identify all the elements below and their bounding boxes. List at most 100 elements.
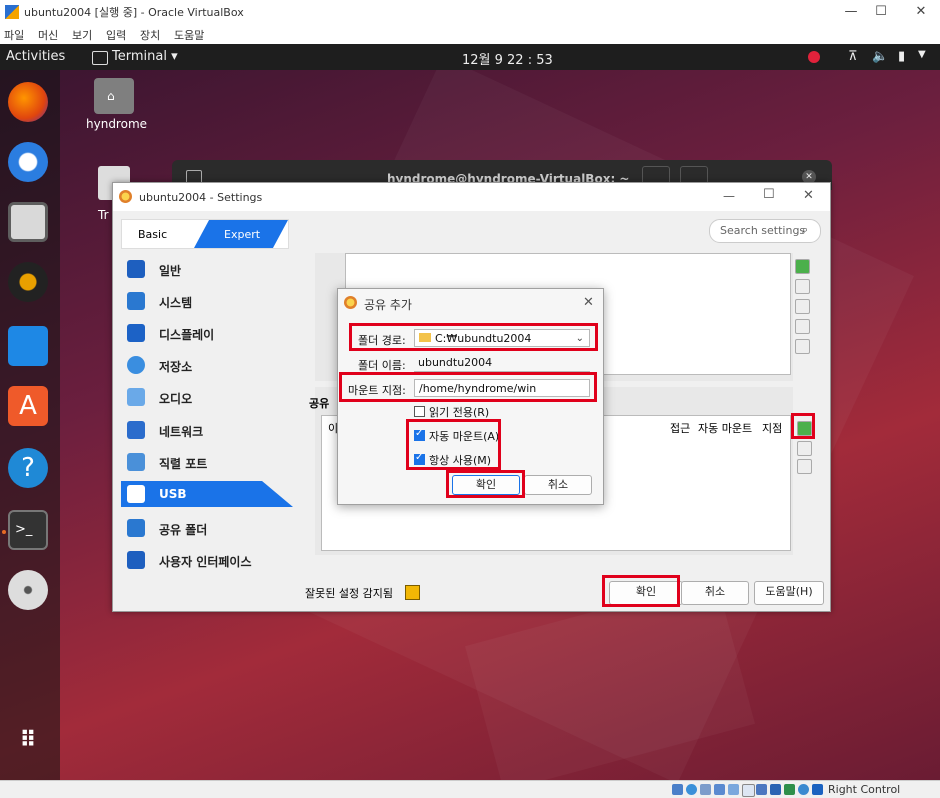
volume-icon[interactable]: 🔈 xyxy=(872,49,888,64)
shared-folder-status-icon[interactable] xyxy=(742,784,755,797)
display-icon xyxy=(127,324,145,342)
storage-icon xyxy=(127,356,145,374)
menu-input[interactable]: 입력 xyxy=(106,27,126,43)
menu-machine[interactable]: 머신 xyxy=(38,27,58,43)
firefox-icon[interactable] xyxy=(8,82,48,122)
menu-view[interactable]: 보기 xyxy=(72,27,92,43)
nav-usb[interactable]: USB xyxy=(121,481,293,507)
nav-storage-label: 저장소 xyxy=(159,360,193,374)
virtualbox-logo-icon xyxy=(5,5,19,19)
mode-expert[interactable]: Expert xyxy=(224,228,260,241)
nav-general[interactable]: 일반 xyxy=(121,256,281,282)
remove-filter-icon[interactable] xyxy=(795,319,810,334)
table-header-automount: 자동 마운트 xyxy=(698,422,753,435)
highlight-folder-path xyxy=(349,323,598,351)
terminal-icon xyxy=(92,51,108,65)
nav-system[interactable]: 시스템 xyxy=(121,288,281,314)
display-status-icon[interactable] xyxy=(756,784,767,795)
settings-close-icon[interactable]: ✕ xyxy=(803,188,814,203)
menu-devices[interactable]: 장치 xyxy=(140,27,160,43)
clock[interactable]: 12월 9 22 : 53 xyxy=(462,49,553,68)
menu-file[interactable]: 파일 xyxy=(4,27,24,43)
table-header-access: 접근 xyxy=(670,422,691,435)
general-icon xyxy=(127,260,145,278)
system-menu-chevron-icon[interactable]: ▼ xyxy=(918,49,926,60)
network-status-icon[interactable] xyxy=(714,784,725,795)
add-share-title: 공유 추가 xyxy=(364,298,412,312)
highlight-mount-point xyxy=(339,372,597,402)
nav-display-label: 디스플레이 xyxy=(159,328,215,342)
search-icon: ⌕ xyxy=(802,223,809,236)
maximize-icon[interactable]: ☐ xyxy=(866,2,896,22)
readonly-checkbox[interactable] xyxy=(414,406,425,417)
edit-shared-folder-icon[interactable] xyxy=(797,441,812,456)
terminal-dock-icon[interactable]: >_ xyxy=(8,510,48,550)
settings-app-icon xyxy=(119,190,132,203)
serial-port-icon xyxy=(127,453,145,471)
mode-basic[interactable]: Basic xyxy=(138,228,167,241)
show-applications-icon[interactable]: ⠿ xyxy=(12,726,42,756)
add-share-close-icon[interactable]: ✕ xyxy=(583,295,594,310)
nav-display[interactable]: 디스플레이 xyxy=(121,320,281,346)
folder-name-field[interactable]: ubundtu2004 xyxy=(414,354,590,372)
settings-minimize-icon[interactable]: — xyxy=(723,189,735,203)
add-filter-from-device-icon[interactable] xyxy=(795,279,810,294)
move-filter-icon[interactable] xyxy=(795,339,810,354)
shared-folders-section-label: 공유 xyxy=(309,397,330,410)
shared-folder-icon xyxy=(127,519,145,537)
settings-maximize-icon[interactable]: ☐ xyxy=(763,187,775,202)
host-key-label: Right Control xyxy=(828,783,901,796)
nav-user-interface[interactable]: 사용자 인터페이스 xyxy=(121,547,281,573)
usb-status-icon[interactable] xyxy=(728,784,739,795)
audio-status-icon[interactable] xyxy=(700,784,711,795)
optical-status-icon[interactable] xyxy=(686,784,697,795)
nav-serial-port[interactable]: 직렬 포트 xyxy=(121,449,281,475)
recording-status-icon[interactable] xyxy=(770,784,781,795)
settings-cancel-button[interactable]: 취소 xyxy=(681,581,749,605)
nav-storage[interactable]: 저장소 xyxy=(121,352,281,378)
settings-help-button[interactable]: 도움말(H) xyxy=(754,581,824,605)
nav-audio[interactable]: 오디오 xyxy=(121,384,281,410)
app-menu-terminal[interactable]: Terminal ▾ xyxy=(112,49,178,64)
search-settings-field[interactable]: Search settings ⌕ xyxy=(709,219,821,243)
app-center-icon[interactable]: A xyxy=(8,386,48,426)
thunderbird-icon[interactable] xyxy=(8,142,48,182)
files-icon[interactable] xyxy=(8,202,48,242)
nav-user-interface-label: 사용자 인터페이스 xyxy=(159,555,252,569)
readonly-label: 읽기 전용(R) xyxy=(429,406,490,419)
warning-icon[interactable] xyxy=(405,585,420,600)
system-icon xyxy=(127,292,145,310)
close-icon[interactable]: ✕ xyxy=(906,2,936,22)
highlight-settings-ok xyxy=(602,575,680,607)
mouse-status-icon[interactable] xyxy=(798,784,809,795)
folder-name-label: 폴더 이름: xyxy=(358,359,406,372)
nav-shared-folders[interactable]: 공유 폴더 xyxy=(121,515,281,541)
libreoffice-writer-icon[interactable] xyxy=(8,326,48,366)
nav-network[interactable]: 네트워크 xyxy=(121,417,281,443)
cpu-status-icon[interactable] xyxy=(784,784,795,795)
dvd-drive-icon[interactable] xyxy=(8,570,48,610)
edit-filter-icon[interactable] xyxy=(795,299,810,314)
battery-icon[interactable]: ▮ xyxy=(898,49,905,64)
settings-title-bar: ubuntu2004 - Settings — ☐ ✕ xyxy=(113,183,830,211)
nav-audio-label: 오디오 xyxy=(159,392,193,406)
add-share-cancel-button[interactable]: 취소 xyxy=(524,475,592,495)
network-icon[interactable]: ⊼ xyxy=(848,49,858,64)
remove-shared-folder-icon[interactable] xyxy=(797,459,812,474)
search-settings-placeholder: Search settings xyxy=(720,224,806,237)
help-icon[interactable]: ? xyxy=(8,448,48,488)
nav-network-label: 네트워크 xyxy=(159,425,204,439)
home-folder-icon[interactable]: ⌂ xyxy=(94,78,134,114)
hdd-status-icon[interactable] xyxy=(672,784,683,795)
trash-label: Tr xyxy=(98,208,109,222)
minimize-icon[interactable]: — xyxy=(836,2,866,22)
highlight-checkboxes xyxy=(406,419,501,470)
activities-button[interactable]: Activities xyxy=(6,49,65,64)
keyboard-status-icon[interactable] xyxy=(812,784,823,795)
table-header-mountpoint: 지점 xyxy=(762,422,783,435)
host-title-bar: ubuntu2004 [실행 중] - Oracle VirtualBox — … xyxy=(0,0,940,24)
menu-help[interactable]: 도움말 xyxy=(174,27,204,43)
rhythmbox-icon[interactable] xyxy=(8,262,48,302)
add-filter-icon[interactable] xyxy=(795,259,810,274)
mode-toggle: Basic Expert xyxy=(121,219,289,249)
